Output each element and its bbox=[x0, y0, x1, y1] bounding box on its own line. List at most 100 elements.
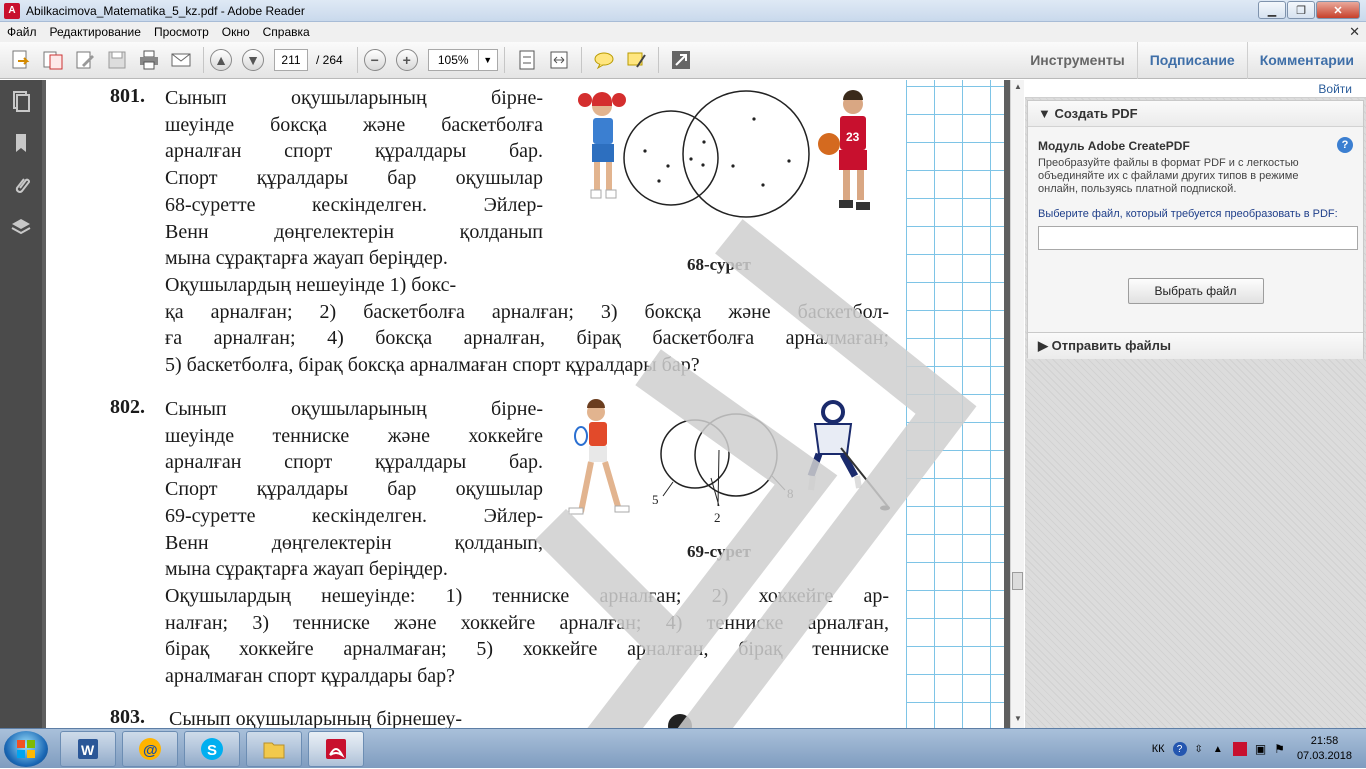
venn-label-5: 5 bbox=[652, 492, 659, 507]
show-hidden-icons-icon[interactable]: ▲ bbox=[1213, 744, 1223, 755]
text-line: Оқушылардың нешеуінде 1) бокс- bbox=[165, 274, 457, 296]
text-line: Венн дөңгелектерін қолданып, bbox=[165, 531, 543, 554]
comment-icon[interactable] bbox=[591, 47, 617, 73]
highlight-icon[interactable] bbox=[623, 47, 649, 73]
text-line: арналған спорт құралдары бар. bbox=[165, 451, 543, 474]
save-icon[interactable] bbox=[104, 47, 130, 73]
tools-tab[interactable]: Инструменты bbox=[1018, 42, 1137, 79]
language-indicator[interactable]: КК bbox=[1152, 743, 1165, 755]
print-icon[interactable] bbox=[136, 47, 162, 73]
boxer-figure bbox=[578, 92, 626, 199]
windows-taskbar: W @ S КК ? ⇳ ▲ ▣ ⚑ 21:58 07.03.2018 bbox=[0, 728, 1366, 768]
tennis-player-figure bbox=[568, 399, 630, 515]
flag-icon[interactable]: ⚑ bbox=[1274, 742, 1285, 756]
taskbar-adobe-reader[interactable] bbox=[308, 731, 364, 767]
restore-button[interactable]: ❐ bbox=[1287, 1, 1315, 19]
document-scrollbar[interactable]: ▲ ▼ bbox=[1010, 80, 1024, 728]
figure-70-partial bbox=[668, 714, 692, 728]
text-line: мына сұрақтарға жауап беріңдер. bbox=[165, 247, 448, 270]
scroll-down-icon[interactable]: ▼ bbox=[1011, 714, 1025, 726]
taskbar-mail[interactable]: @ bbox=[122, 731, 178, 767]
exercise-802-questions: Оқушылардың нешеуінде: 1) тенниске арнал… bbox=[165, 583, 889, 690]
svg-text:W: W bbox=[81, 742, 95, 758]
email-icon[interactable] bbox=[168, 47, 194, 73]
tools-pane: Войти ▼ Создать PDF ? Модуль Adobe Creat… bbox=[1025, 80, 1366, 728]
taskbar-word[interactable]: W bbox=[60, 731, 116, 767]
menu-window[interactable]: Окно bbox=[215, 25, 256, 39]
comment-tab[interactable]: Комментарии bbox=[1246, 42, 1366, 79]
exercise-803-text: Сынып оқушыларының бірнешеу- bbox=[169, 708, 463, 728]
page-number-input[interactable]: 211 bbox=[274, 49, 308, 71]
attachments-icon[interactable] bbox=[0, 164, 42, 206]
menu-help[interactable]: Справка bbox=[256, 25, 316, 39]
scrollbar-thumb[interactable] bbox=[1012, 572, 1023, 590]
text-line: Спорт құралдары бар оқушылар bbox=[165, 167, 543, 190]
toolbar-divider bbox=[580, 47, 582, 73]
tray-arrows-icon[interactable]: ⇳ bbox=[1195, 744, 1203, 755]
taskbar-explorer[interactable] bbox=[246, 731, 302, 767]
adobe-tray-icon[interactable] bbox=[1232, 742, 1247, 756]
text-line: бірақ хоккейге арналмаған; 5) хоккейге а… bbox=[165, 638, 889, 661]
create-pdf-icon[interactable] bbox=[8, 47, 34, 73]
mail-agent-icon: @ bbox=[139, 738, 161, 760]
adobe-reader-icon: A bbox=[4, 2, 20, 19]
clock[interactable]: 21:58 07.03.2018 bbox=[1297, 734, 1352, 764]
bookmarks-icon[interactable] bbox=[0, 122, 42, 164]
menu-file[interactable]: Файл bbox=[0, 25, 43, 39]
exercise-803-number: 803. bbox=[110, 706, 145, 728]
send-files-header-label: Отправить файлы bbox=[1051, 338, 1172, 353]
folder-icon bbox=[263, 742, 285, 759]
collapse-triangle-icon: ▼ bbox=[1038, 106, 1051, 121]
edit-icon[interactable] bbox=[72, 47, 98, 73]
start-button[interactable] bbox=[4, 731, 48, 767]
create-pdf-header[interactable]: ▼ Создать PDF bbox=[1028, 101, 1363, 127]
next-page-icon[interactable]: ▼ bbox=[242, 49, 264, 71]
file-path-input[interactable] bbox=[1038, 226, 1358, 250]
text-line: арналған спорт құралдары бар. bbox=[165, 140, 543, 163]
fit-width-icon[interactable] bbox=[546, 47, 572, 73]
basketball-player-figure: 23 bbox=[818, 90, 870, 210]
layers-icon[interactable] bbox=[0, 206, 42, 248]
clock-date: 07.03.2018 bbox=[1296, 750, 1352, 762]
create-pdf-section: ▼ Создать PDF ? Модуль Adobe CreatePDF П… bbox=[1027, 100, 1364, 340]
network-icon[interactable]: ▣ bbox=[1255, 742, 1266, 756]
minimize-button[interactable]: ▁ bbox=[1258, 1, 1286, 19]
taskbar-skype[interactable]: S bbox=[184, 731, 240, 767]
text-line: Венн дөңгелектерін қолданып bbox=[165, 220, 543, 243]
sign-tab[interactable]: Подписание bbox=[1136, 42, 1247, 79]
page-thumbnails-icon[interactable] bbox=[0, 80, 42, 122]
zoom-level-input[interactable]: 105% bbox=[427, 49, 478, 71]
zoom-in-icon[interactable]: + bbox=[395, 49, 418, 71]
zoom-out-icon[interactable]: − bbox=[363, 49, 386, 71]
figure-68-illustration: 23 bbox=[578, 90, 870, 218]
text-line: Оқушылардың нешеуінде: 1) тенниске арнал… bbox=[165, 585, 889, 607]
select-file-button[interactable]: Выбрать файл bbox=[1127, 278, 1264, 304]
text-line: 68-суретте кескінделген. Эйлер- bbox=[165, 193, 543, 216]
menu-view[interactable]: Просмотр bbox=[147, 25, 215, 39]
fit-page-icon[interactable] bbox=[514, 47, 540, 73]
zoom-dropdown-icon[interactable]: ▼ bbox=[477, 49, 498, 71]
exercise-801-number: 801. bbox=[110, 85, 145, 107]
help-tray-icon[interactable]: ? bbox=[1172, 742, 1187, 756]
send-files-header[interactable]: ▶ Отправить файлы bbox=[1028, 333, 1363, 359]
system-tray: КК ? ⇳ ▲ ▣ ⚑ 21:58 07.03.2018 bbox=[1152, 729, 1352, 769]
text-line: налған; 3) тенниске және хоккейге арналғ… bbox=[165, 611, 889, 634]
menu-edit[interactable]: Редактирование bbox=[43, 25, 147, 39]
text-line: 5) баскетболға, бірақ боксқа арналмаған … bbox=[165, 354, 700, 377]
clock-time: 21:58 bbox=[1310, 735, 1339, 747]
scroll-up-icon[interactable]: ▲ bbox=[1011, 82, 1025, 94]
signin-link[interactable]: Войти bbox=[1025, 80, 1366, 98]
figure-69-illustration: 5 2 8 bbox=[568, 399, 890, 525]
prev-page-icon[interactable]: ▲ bbox=[210, 49, 232, 71]
help-icon[interactable]: ? bbox=[1337, 137, 1353, 153]
figure-68-caption: 68-сурет bbox=[687, 255, 751, 274]
word-icon: W bbox=[78, 739, 98, 759]
close-button[interactable]: ✕ bbox=[1316, 1, 1360, 19]
module-description: Преобразуйте файлы в формат PDF и с легк… bbox=[1038, 157, 1299, 195]
combine-files-icon[interactable] bbox=[40, 47, 66, 73]
expand-icon[interactable] bbox=[668, 47, 694, 73]
doc-close-icon[interactable]: ✕ bbox=[1349, 24, 1360, 40]
toolbar: ▲ ▼ 211 / 264 − + 105% ▼ Инструменты Под… bbox=[0, 42, 1366, 79]
svg-text:23: 23 bbox=[846, 130, 860, 144]
document-viewport[interactable]: 801. Сынып оқушыларының бірне- шеуінде б… bbox=[42, 80, 1010, 728]
